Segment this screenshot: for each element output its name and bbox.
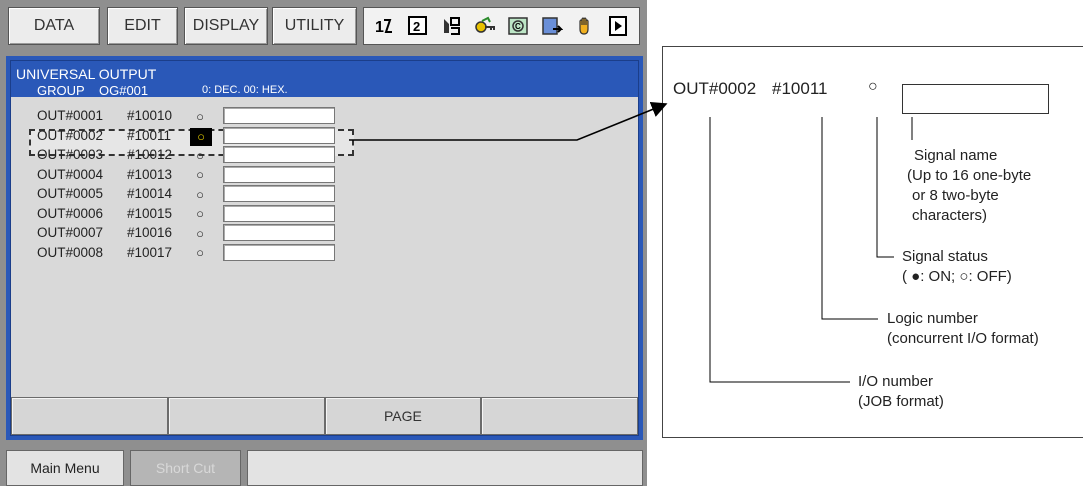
callout-signal-name-box [902, 84, 1049, 114]
signal-row[interactable]: OUT#0002 #10011 ○ [11, 126, 351, 146]
content-area: UNIVERSAL OUTPUT GROUP OG#001 0: DEC. 00… [10, 60, 639, 436]
logic-number: #10017 [127, 244, 173, 260]
signal-row[interactable]: OUT#0003 #10012 ○ [11, 145, 351, 165]
logic-number-label: Logic number [887, 310, 978, 327]
io-number: OUT#0007 [37, 225, 104, 240]
signal-name-field[interactable] [223, 165, 335, 183]
signal-name-field[interactable] [223, 126, 335, 144]
signal-name-field[interactable] [223, 185, 335, 202]
status-indicator[interactable]: ○ [190, 167, 210, 183]
signal-row[interactable]: OUT#0007 #10016 ○ [11, 223, 351, 243]
logic-number: #10011 [127, 127, 172, 143]
group-label: GROUP [37, 83, 85, 98]
logic-number: #10014 [127, 186, 173, 201]
signal-status-note: ( ●: ON; ○: OFF) [902, 268, 1012, 285]
status-indicator[interactable]: ○ [190, 245, 210, 261]
io-number: OUT#0001 [37, 108, 104, 123]
window-titlebar: UNIVERSAL OUTPUT GROUP OG#001 0: DEC. 00… [11, 61, 638, 98]
status-indicator[interactable]: ○ [190, 147, 210, 163]
signal-name-field[interactable] [223, 146, 335, 163]
io-number-label: I/O number [858, 373, 934, 390]
save-icon[interactable] [439, 14, 463, 38]
signal-status-label: Signal status [902, 248, 988, 265]
signal-name-field[interactable] [223, 243, 335, 261]
message-area [247, 450, 643, 486]
callout-status-symbol: ○ [868, 78, 878, 95]
io-number: OUT#0004 [37, 166, 104, 182]
teach-mode-icon[interactable]: C [506, 14, 530, 38]
teach-pendant-screen: DATA EDIT DISPLAY UTILITY 1 2 C UNIVERSA… [0, 0, 647, 486]
servo-hand-icon[interactable] [573, 14, 597, 38]
signal-name-note-3: characters) [912, 207, 988, 224]
status-indicator[interactable]: ○ [190, 108, 210, 124]
signal-name-field[interactable] [223, 107, 335, 124]
status-indicator[interactable]: ○ [190, 186, 210, 202]
signal-row[interactable]: OUT#0004 #10013 ○ [11, 165, 351, 185]
io-number: OUT#0008 [37, 244, 104, 260]
logic-number: #10015 [127, 205, 173, 221]
format-note: 0: DEC. 00: HEX. [202, 84, 288, 96]
function-key-2[interactable] [167, 397, 325, 435]
signal-name-label: Signal name [914, 147, 998, 164]
function-key-bar: PAGE [11, 397, 638, 435]
io-number: OUT#0006 [37, 205, 104, 221]
svg-text:2: 2 [413, 19, 420, 34]
teach-lock-icon[interactable]: 1 [373, 14, 397, 38]
window-title: UNIVERSAL OUTPUT [16, 66, 157, 82]
play-icon[interactable] [606, 14, 630, 38]
menu-data[interactable]: DATA [8, 7, 100, 45]
logic-number: #10010 [127, 108, 173, 123]
main-menu-button[interactable]: Main Menu [6, 450, 124, 486]
signal-row[interactable]: OUT#0005 #10014 ○ [11, 184, 351, 204]
svg-text:C: C [515, 22, 521, 31]
logic-number-note: (concurrent I/O format) [887, 330, 1039, 347]
group-value[interactable]: OG#001 [99, 83, 148, 98]
io-number: OUT#0002 [37, 127, 104, 143]
universal-output-window: UNIVERSAL OUTPUT GROUP OG#001 0: DEC. 00… [6, 56, 643, 440]
page-button[interactable]: PAGE [324, 397, 482, 435]
logic-number: #10012 [127, 147, 173, 162]
signal-name-note-1: (Up to 16 one-byte [907, 167, 1032, 184]
key-icon[interactable] [473, 14, 497, 38]
menu-edit[interactable]: EDIT [107, 7, 178, 45]
status-icon-bar: 1 2 C [363, 7, 640, 45]
signal-name-note-2: or 8 two-byte [912, 187, 999, 204]
logic-number: #10016 [127, 225, 173, 240]
callout-io-number: OUT#0002 [673, 79, 757, 98]
logic-number: #10013 [127, 166, 173, 182]
callout-logic-number: #10011 [772, 79, 828, 98]
signal-name-field[interactable] [223, 204, 335, 222]
io-number: OUT#0005 [37, 186, 104, 201]
signal-row[interactable]: OUT#0006 #10015 ○ [11, 204, 351, 224]
status-indicator[interactable]: ○ [190, 225, 210, 241]
callout-panel: OUT#0002 #10011 ○ Signal name (Up to 16 … [662, 46, 1083, 438]
numeric-2-icon[interactable]: 2 [406, 14, 430, 38]
io-number-note: (JOB format) [858, 393, 944, 410]
function-key-4[interactable] [481, 397, 638, 435]
function-key-1[interactable] [11, 397, 168, 435]
menu-display[interactable]: DISPLAY [184, 7, 268, 45]
program-step-icon[interactable] [540, 14, 564, 38]
menu-utility[interactable]: UTILITY [272, 7, 357, 45]
io-number: OUT#0003 [37, 147, 104, 162]
status-cursor[interactable]: ○ [190, 127, 212, 146]
signal-row[interactable]: OUT#0001 #10010 ○ [11, 106, 351, 126]
status-indicator[interactable]: ○ [190, 206, 210, 222]
signal-name-field[interactable] [223, 224, 335, 241]
signal-row[interactable]: OUT#0008 #10017 ○ [11, 243, 351, 263]
svg-text:1: 1 [375, 19, 384, 36]
short-cut-button[interactable]: Short Cut [130, 450, 241, 486]
